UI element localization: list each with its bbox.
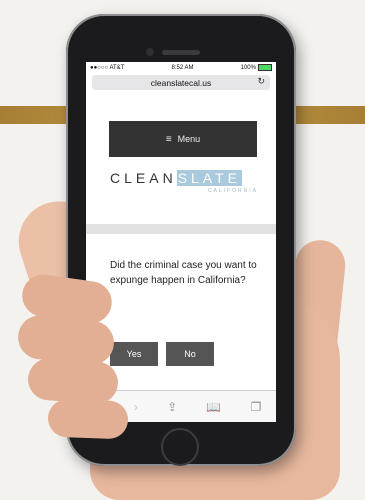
carrier-label: ●●○○○ AT&T bbox=[90, 65, 125, 71]
tabs-icon[interactable]: ❐ bbox=[251, 400, 262, 414]
yes-button[interactable]: Yes bbox=[110, 342, 158, 366]
url-text: cleanslatecal.us bbox=[150, 77, 212, 88]
hand-finger bbox=[26, 356, 120, 406]
phone-screen: ●●○○○ AT&T 8:52 AM 100% cleanslatecal.us… bbox=[86, 62, 276, 422]
hand-finger bbox=[47, 398, 129, 440]
logo-clean: CLEAN bbox=[110, 170, 177, 186]
address-bar[interactable]: cleanslatecal.us ↻ bbox=[92, 75, 270, 90]
logo-subtitle: CALIFORNIA bbox=[208, 188, 259, 194]
camera-icon bbox=[146, 48, 154, 56]
logo-slate: SLATE bbox=[176, 170, 242, 186]
hamburger-icon: ≡ bbox=[165, 133, 172, 145]
no-button[interactable]: No bbox=[166, 342, 214, 366]
battery-indicator: 100% bbox=[241, 64, 272, 72]
forward-icon[interactable]: › bbox=[134, 400, 138, 414]
time-label: 8:52 AM bbox=[171, 65, 194, 71]
eligibility-question: Did the criminal case you want to expung… bbox=[110, 260, 257, 286]
menu-label: Menu bbox=[177, 134, 201, 144]
home-button[interactable] bbox=[161, 428, 199, 466]
bookmarks-icon[interactable]: 📖 bbox=[206, 400, 221, 414]
section-divider bbox=[86, 224, 276, 234]
speaker-grille bbox=[162, 50, 200, 55]
battery-icon bbox=[257, 64, 272, 72]
reload-icon[interactable]: ↻ bbox=[257, 76, 265, 87]
menu-button[interactable]: ≡ Menu bbox=[109, 121, 257, 157]
clean-slate-logo[interactable]: CLEANSLATE CALIFORNIA bbox=[110, 170, 260, 200]
web-page: ≡ Menu CLEANSLATE CALIFORNIA Did the cri… bbox=[86, 96, 276, 390]
status-bar: ●●○○○ AT&T 8:52 AM 100% bbox=[86, 62, 276, 74]
share-icon[interactable]: ⇪ bbox=[167, 400, 177, 414]
